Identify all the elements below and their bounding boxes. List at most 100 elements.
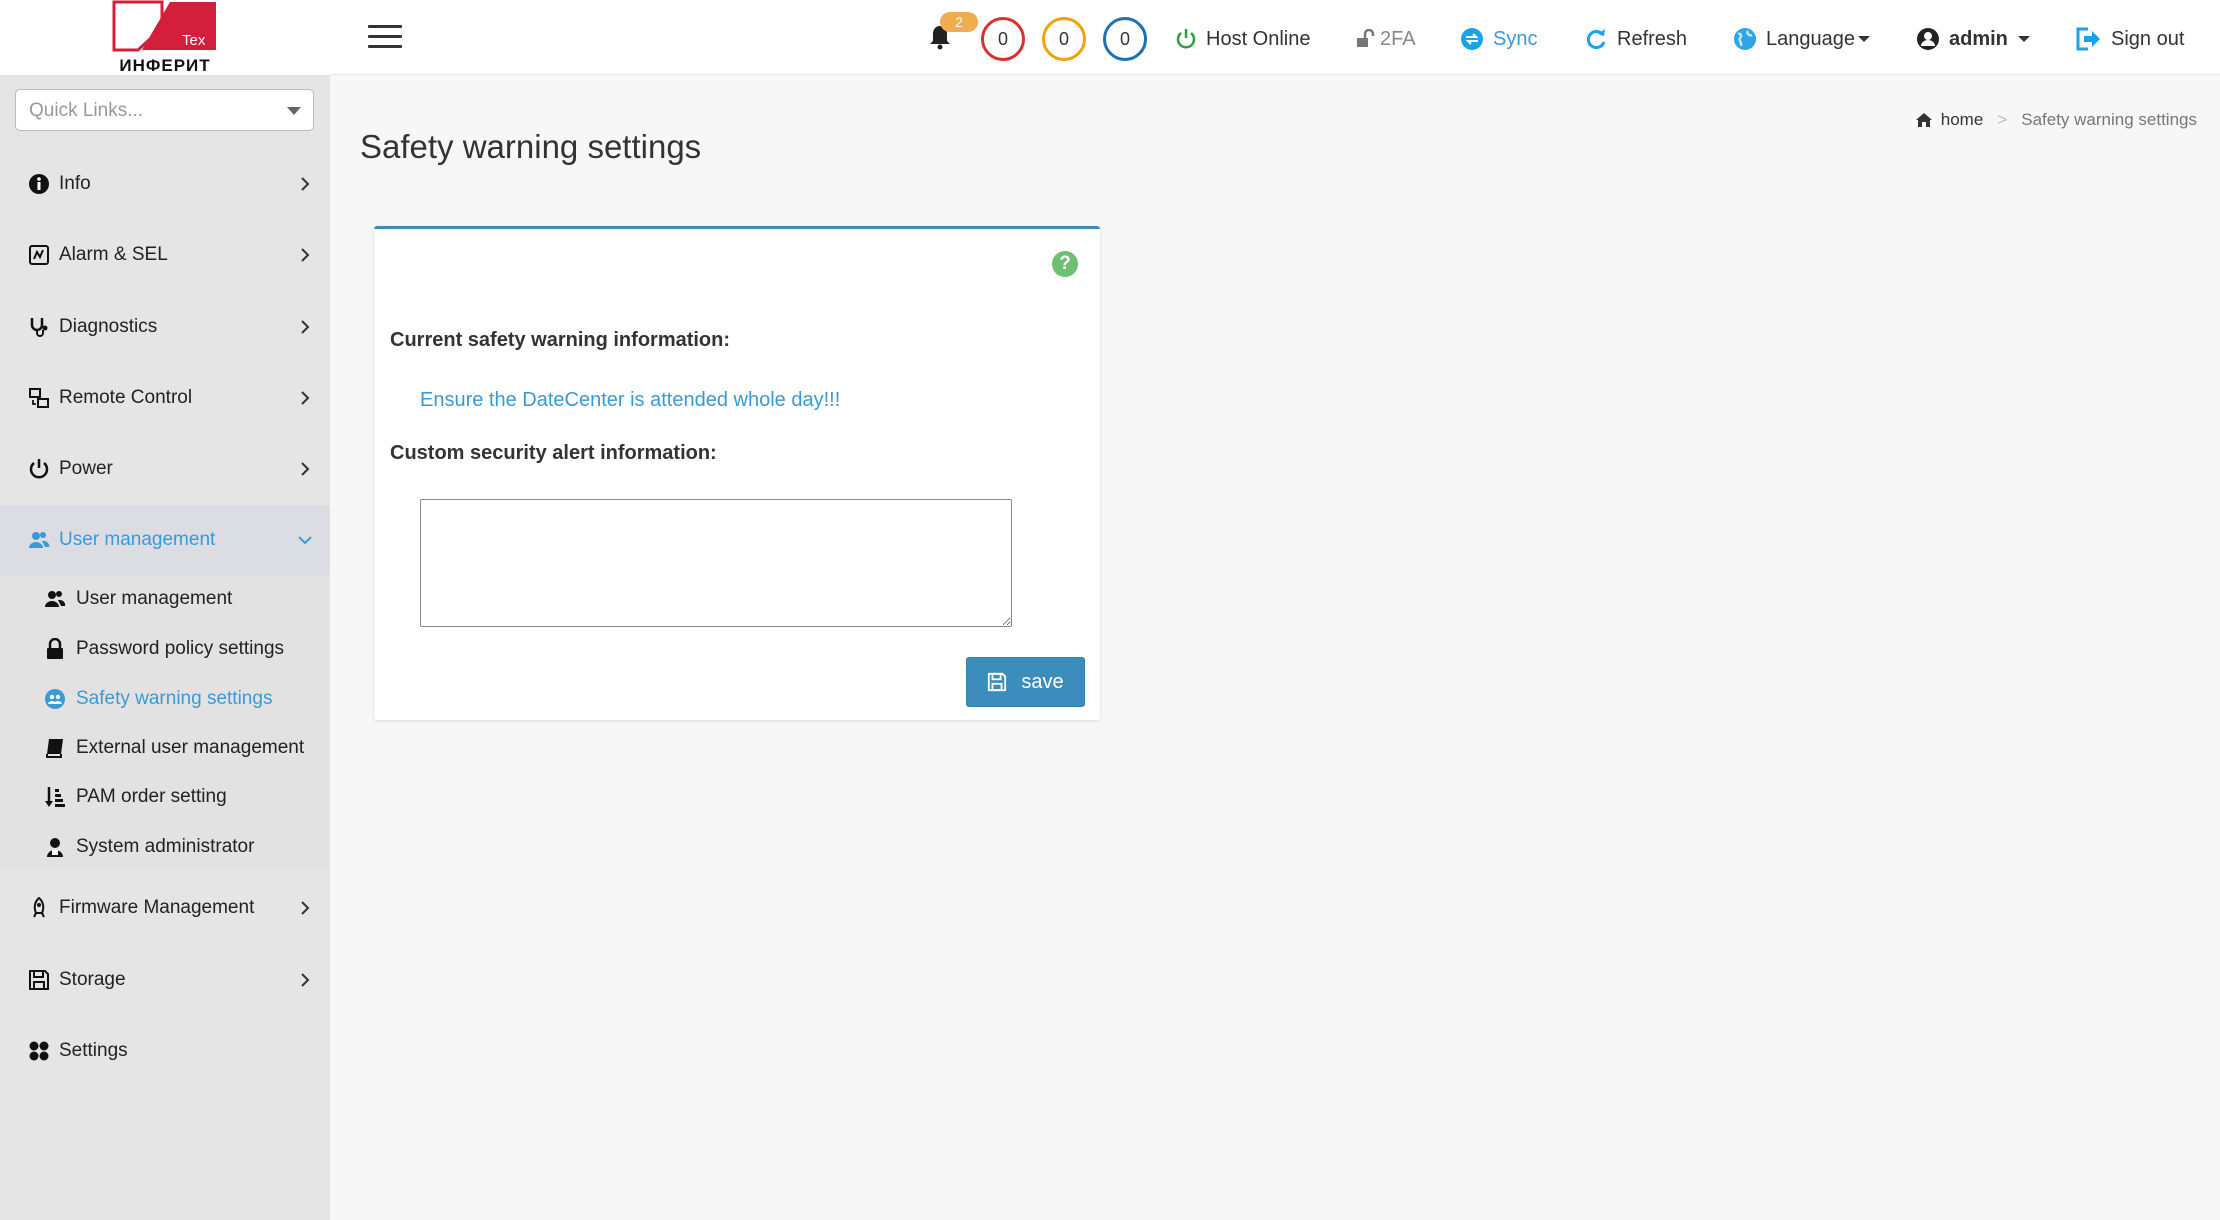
sidebar-item-label: Power [59, 458, 113, 479]
refresh-icon [1586, 29, 1606, 49]
safety-warning-card: ? Current safety warning information: En… [374, 226, 1100, 720]
warning-counter[interactable]: 0 [1042, 17, 1086, 61]
submenu-item-label: User management [76, 588, 233, 609]
sidebar-item-label: Firmware Management [59, 897, 255, 918]
chevron-right-icon [301, 177, 310, 191]
submenu-item-safety-warning[interactable]: Safety warning settings [0, 679, 330, 719]
lock-icon [43, 637, 67, 661]
sync-label: Sync [1493, 27, 1538, 50]
sign-out-button[interactable]: Sign out [2076, 24, 2184, 54]
sidebar-item-diagnostics[interactable]: Diagnostics [0, 292, 330, 362]
submenu-item-external-user[interactable]: External user management [0, 728, 330, 768]
sidebar-item-info[interactable]: Info [0, 149, 330, 219]
language-dropdown[interactable]: Language [1733, 24, 1870, 54]
breadcrumb-separator: > [1997, 110, 2008, 129]
submenu-item-label: System administrator [76, 836, 255, 857]
chevron-right-icon [301, 320, 310, 334]
sidebar-item-firmware[interactable]: Firmware Management [0, 873, 330, 943]
current-warning-text: Ensure the DateCenter is attended whole … [420, 389, 841, 411]
submenu-item-pam-order[interactable]: PAM order setting [0, 777, 330, 817]
book-icon [43, 736, 67, 760]
sidebar-item-power[interactable]: Power [0, 434, 330, 504]
sort-icon [43, 785, 67, 809]
sync-button[interactable]: Sync [1460, 24, 1537, 54]
home-icon [1915, 113, 1932, 127]
user-avatar-icon [1917, 28, 1939, 50]
users-icon [43, 587, 67, 611]
sidebar-item-settings[interactable]: Settings [0, 1016, 330, 1086]
submenu-item-system-admin[interactable]: System administrator [0, 827, 330, 867]
submenu-item-user-management[interactable]: User management [0, 579, 330, 619]
sidebar: Tex ИНФЕРИТ Quick Links... Info Alarm & … [0, 0, 330, 1220]
chevron-right-icon [301, 391, 310, 405]
custom-alert-label: Custom security alert information: [390, 442, 717, 464]
safety-icon [43, 687, 67, 711]
twofa-button[interactable]: 2FA [1356, 24, 1416, 54]
user-management-submenu: User management Password policy settings… [0, 575, 330, 869]
host-status: Host Online [1175, 24, 1311, 54]
current-warning-label: Current safety warning information: [390, 329, 731, 351]
logo-mark-text: Tex [182, 32, 206, 49]
logo-text: ИНФЕРИТ [119, 56, 211, 75]
caret-down-icon [2017, 36, 2030, 42]
info-icon [27, 172, 51, 196]
floppy-icon [988, 672, 1007, 692]
alarm-icon [27, 243, 51, 267]
breadcrumb-home-link[interactable]: home [1941, 110, 1984, 130]
chevron-right-icon [301, 248, 310, 262]
rocket-icon [27, 896, 51, 920]
sync-icon [1461, 28, 1483, 50]
globe-icon [1734, 28, 1756, 50]
users-icon [27, 528, 51, 552]
chevron-down-icon [298, 536, 312, 545]
power-icon [27, 457, 51, 481]
host-status-label: Host Online [1206, 27, 1311, 50]
sidebar-item-alarm-sel[interactable]: Alarm & SEL [0, 220, 330, 290]
sidebar-item-user-management[interactable]: User management [0, 505, 330, 575]
submenu-item-password-policy[interactable]: Password policy settings [0, 629, 330, 669]
caret-down-icon [1857, 36, 1870, 42]
sidebar-item-label: Diagnostics [59, 316, 158, 337]
sidebar-item-remote-control[interactable]: Remote Control [0, 363, 330, 433]
power-icon [1176, 29, 1196, 49]
stethoscope-icon [27, 315, 51, 339]
twofa-label: 2FA [1380, 27, 1416, 50]
unlock-icon [1357, 29, 1375, 47]
submenu-item-label: External user management [76, 737, 305, 758]
save-button[interactable]: save [966, 657, 1085, 707]
critical-counter[interactable]: 0 [981, 17, 1025, 61]
sidebar-item-label: Info [59, 173, 91, 194]
notification-badge: 2 [940, 12, 978, 32]
sign-out-label: Sign out [2111, 27, 2185, 50]
sidebar-item-label: Alarm & SEL [59, 244, 168, 265]
caret-down-icon [287, 107, 301, 115]
sidebar-item-label: User management [59, 529, 216, 550]
submenu-item-label: PAM order setting [76, 786, 227, 807]
quick-links-select[interactable]: Quick Links... [15, 89, 314, 131]
sidebar-item-label: Storage [59, 969, 126, 990]
info-counter[interactable]: 0 [1103, 17, 1147, 61]
breadcrumb: home > Safety warning settings [1915, 110, 2197, 130]
logo-mark-icon: Tex [112, 0, 216, 52]
hamburger-menu-icon[interactable] [368, 25, 402, 49]
custom-alert-input[interactable] [420, 499, 1012, 627]
chevron-right-icon [301, 462, 310, 476]
sidebar-item-label: Settings [59, 1040, 128, 1061]
submenu-item-label: Password policy settings [76, 638, 285, 659]
breadcrumb-current: Safety warning settings [2021, 110, 2197, 129]
refresh-label: Refresh [1617, 27, 1688, 50]
language-label: Language [1766, 27, 1855, 50]
sign-out-icon [2076, 27, 2100, 51]
logo[interactable]: Tex ИНФЕРИТ [0, 0, 330, 75]
refresh-button[interactable]: Refresh [1584, 24, 1687, 54]
help-icon[interactable]: ? [1052, 251, 1078, 277]
page-title: Safety warning settings [360, 128, 702, 165]
user-label: admin [1949, 27, 2008, 50]
chevron-right-icon [301, 973, 310, 987]
top-header: 2 0 0 0 Host Online 2FA Sync Refresh Lan… [330, 0, 2220, 75]
settings-icon [27, 1039, 51, 1063]
user-dropdown[interactable]: admin [1916, 24, 2030, 54]
sidebar-item-storage[interactable]: Storage [0, 945, 330, 1015]
chevron-right-icon [301, 901, 310, 915]
sidebar-item-label: Remote Control [59, 387, 193, 408]
